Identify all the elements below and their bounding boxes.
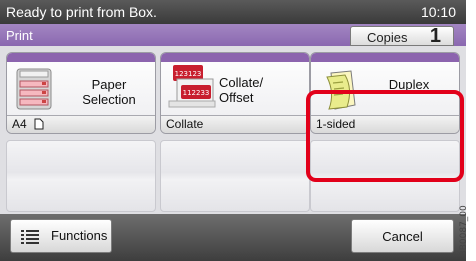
list-icon [21,230,39,244]
page-title: Print [6,28,33,43]
bottom-bar: Functions Cancel [0,214,466,261]
button-accent-bar [161,53,309,62]
paper-selection-value: A4 [7,115,155,133]
svg-text:112233: 112233 [183,89,210,97]
functions-button[interactable]: Functions [10,219,112,253]
figure-code: 3B0087_00 [459,205,469,256]
svg-text:123123: 123123 [175,70,202,78]
collate-offset-value: Collate [161,115,309,133]
cancel-label: Cancel [382,229,423,244]
button-accent-bar [7,53,155,62]
collate-offset-button[interactable]: 123123 112233 Collate/ Offset Collate [160,52,310,134]
duplex-button[interactable]: Duplex 1-sided [310,52,460,134]
clock: 10:10 [420,4,456,20]
duplex-label: Duplex [388,77,430,92]
empty-function-slot [6,140,156,212]
empty-function-slot [160,140,310,212]
device-screen: Ready to print from Box. 10:10 Print Cop… [0,0,466,261]
collate-icon: 123123 112233 [168,65,216,108]
duplex-value: 1-sided [311,115,459,133]
copies-counter[interactable]: Copies 1 [350,25,454,47]
portrait-page-icon [34,118,44,130]
button-accent-bar [311,53,459,62]
duplex-page-icon [326,70,356,110]
status-message: Ready to print from Box. [6,4,157,20]
status-bar: Ready to print from Box. 10:10 [0,0,466,24]
function-panel: Paper Selection A4 123123 112233 Collate… [0,46,466,214]
paper-selection-button[interactable]: Paper Selection A4 [6,52,156,134]
paper-tray-icon [16,68,52,110]
collate-offset-label: Collate/ Offset [219,75,264,105]
copies-value: 1 [429,25,441,47]
cancel-button[interactable]: Cancel [351,219,454,253]
functions-label: Functions [51,228,108,243]
paper-selection-label: Paper Selection [82,77,136,107]
title-bar: Print Copies 1 [0,24,466,47]
copies-label: Copies [367,30,408,45]
empty-function-slot [310,140,460,212]
